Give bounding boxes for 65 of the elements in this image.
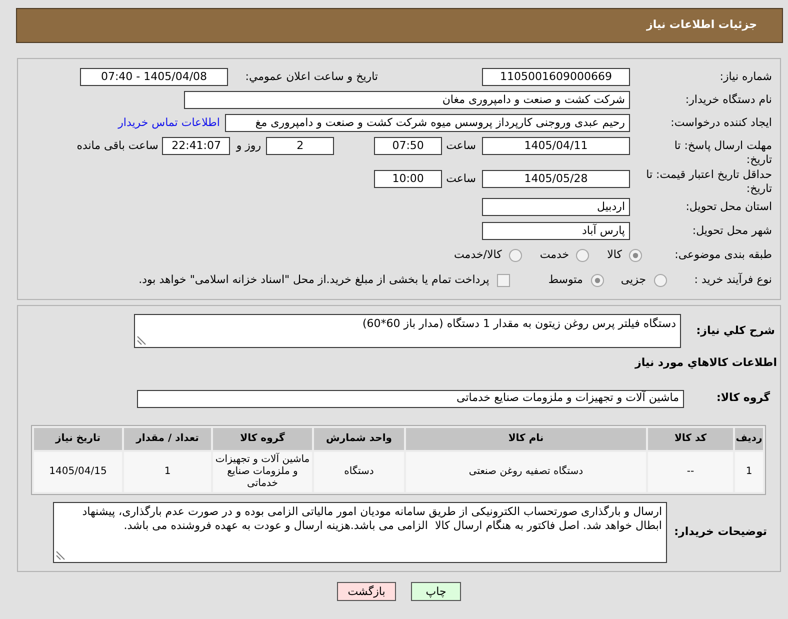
radio-label: کالا	[607, 246, 622, 263]
city-field[interactable]: پارس آباد	[482, 222, 630, 240]
table-cell: 1	[735, 452, 763, 492]
field-label: روز و	[236, 138, 262, 154]
page-title: جزئیات اطلاعات نیاز	[646, 17, 757, 34]
field-label: مهلت ارسال پاسخ: تا تاریخ:	[673, 138, 772, 167]
table-header-cell: واحد شمارش	[314, 428, 404, 450]
field-label: طبقه بندی موضوعی:	[674, 246, 772, 263]
radio-button[interactable]	[654, 274, 667, 286]
table-cell: --	[648, 452, 733, 492]
radio-label: جزیی	[620, 272, 646, 288]
table-cell: 1405/04/15	[34, 452, 122, 492]
checkbox-label: پرداخت تمام یا بخشی از مبلغ خرید.از محل "اسناد خزانه اسلامی" خواهد بود.	[138, 272, 490, 288]
days-field[interactable]: 2	[266, 137, 334, 155]
resize-grip-icon[interactable]	[56, 550, 65, 560]
radio-label: متوسط	[548, 272, 583, 288]
radio-button[interactable]	[590, 274, 604, 286]
time-field[interactable]: 07:50	[374, 137, 442, 155]
radio-button[interactable]	[629, 248, 642, 262]
table-header-cell: تعداد / مقدار	[124, 428, 211, 450]
field-label: شرح کلي نیاز:	[696, 322, 775, 339]
field-label: نام دستگاه خریدار:	[685, 92, 772, 108]
field-label: نوع فرآیند خرید :	[694, 272, 772, 288]
section-title: اطلاعات کالاهاي مورد نیاز	[635, 355, 777, 371]
field-label: ساعت باقی مانده	[76, 138, 158, 154]
date-field[interactable]: 1405/04/11	[482, 137, 630, 155]
table-cell: 1	[124, 452, 211, 492]
checkbox[interactable]	[497, 274, 510, 286]
field-label: ساعت	[446, 138, 476, 154]
table-cell: دستگاه	[314, 452, 404, 492]
radio-button[interactable]	[508, 248, 522, 262]
description-field[interactable]: دستگاه فیلتر پرس روغن زیتون به مقدار 1 دستگاه (مدار باز 60*60)	[134, 314, 681, 348]
field-label: تاریخ و ساعت اعلان عمومي:	[245, 68, 378, 85]
province-field[interactable]: اردبیل	[482, 198, 630, 216]
print-button[interactable]: چاپ	[411, 582, 461, 601]
field-label: حداقل تاریخ اعتبار قیمت: تا تاریخ:	[645, 167, 772, 196]
remaining-time-field[interactable]: 22:41:07	[162, 137, 230, 155]
announcement-date-field[interactable]: 1405/04/08 - 07:40	[80, 68, 228, 86]
need-number-field[interactable]: 1105001609000669	[482, 68, 630, 86]
table-header-cell: نام کالا	[406, 428, 646, 450]
back-button[interactable]: بازگشت	[337, 582, 396, 601]
notes-field[interactable]: ارسال و بارگذاری صورتحساب الکترونیکی از طریق سامانه مودیان امور مالیاتی الزامی بوده و در صورت عدم بارگذاری، پیشنهاد ابطال خواهد شد. اصل فاکتور به هنگام ارسال کالا الزامی می باشد.هزینه ارسال و عودت به عهده فروشنده می باشد.	[53, 502, 667, 562]
resize-grip-icon[interactable]	[137, 336, 146, 345]
table-cell: دستگاه تصفیه روغن صنعتی	[406, 452, 646, 492]
field-label: ساعت	[446, 170, 476, 187]
radio-button[interactable]	[576, 248, 590, 262]
requester-field[interactable]: رحیم عبدی وروجنی کارپرداز پروسس میوه شرکت کشت و صنعت و دامپروری مغ	[225, 114, 630, 132]
goods-group-field[interactable]: ماشین آلات و تجهیزات و ملزومات صنایع خدماتی	[137, 390, 684, 408]
table-header-cell: گروه کالا	[213, 428, 312, 450]
field-label: استان محل تحویل:	[686, 198, 772, 215]
date-field[interactable]: 1405/05/28	[482, 170, 630, 188]
contact-link[interactable]: اطلاعات تماس خریدار	[118, 114, 220, 132]
table-header-cell: ردیف	[735, 428, 763, 450]
time-field[interactable]: 10:00	[374, 170, 442, 188]
table-header-cell: کد کالا	[648, 428, 733, 450]
buyer-name-field[interactable]: شرکت کشت و صنعت و دامپروری مغان	[184, 91, 630, 109]
field-label: شماره نیاز:	[720, 68, 772, 85]
field-label: گروه کالا:	[716, 390, 770, 406]
table-cell: ماشین آلات و تجهیزات و ملزومات صنایع خدماتی	[213, 452, 312, 492]
radio-label: کالا/خدمت	[454, 246, 502, 263]
radio-label: خدمت	[540, 246, 570, 263]
table-header-cell: تاریخ نیاز	[34, 428, 122, 450]
field-label: توضیحات خریدار:	[674, 524, 767, 540]
field-label: شهر محل تحویل:	[692, 222, 772, 239]
field-label: ایجاد کننده درخواست:	[670, 114, 772, 131]
